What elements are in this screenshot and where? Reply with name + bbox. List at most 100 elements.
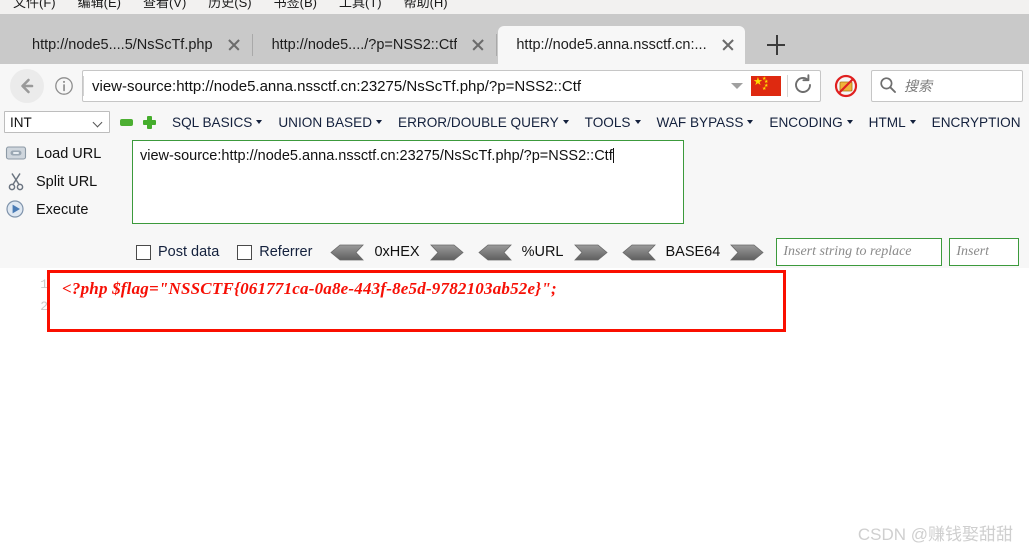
url-decode-arrow-icon[interactable] <box>477 244 513 261</box>
csdn-watermark: CSDN @赚钱娶甜甜 <box>857 525 1013 544</box>
menu-item-file[interactable]: 文件(F) <box>2 0 67 14</box>
hackbar-options-row: Post data Referrer 0xHEX %URL BASE64 Ins… <box>0 236 1029 268</box>
search-placeholder: 搜索 <box>904 80 932 95</box>
tab-1[interactable]: http://node5....5/NsScTf.php <box>14 26 251 64</box>
navigation-toolbar: view-source:http://node5.anna.nssctf.cn:… <box>0 64 1029 109</box>
caret-down-icon <box>747 120 754 124</box>
caret-down-icon <box>376 120 383 124</box>
hackbar-menu-encoding[interactable]: ENCODING <box>769 114 853 130</box>
split-url-button[interactable]: Split URL <box>4 168 128 196</box>
reload-icon[interactable] <box>790 73 820 99</box>
referrer-label: Referrer <box>259 244 313 260</box>
menu-item-tools[interactable]: 工具(T) <box>328 0 393 14</box>
chevron-down-icon <box>94 118 103 127</box>
tab-divider <box>251 34 253 56</box>
hackbar-menu-sql-basics[interactable]: SQL BASICS <box>172 114 263 130</box>
back-arrow-icon[interactable] <box>10 69 44 103</box>
scissors-icon <box>4 171 30 193</box>
browser-window: 文件(F) 编辑(E) 查看(V) 历史(S) 书签(B) 工具(T) 帮助(H… <box>0 0 1029 559</box>
menu-item-history[interactable]: 历史(S) <box>197 0 262 14</box>
tab-2[interactable]: http://node5..../?p=NSS2::Ctf <box>254 26 496 64</box>
close-icon[interactable] <box>469 36 487 54</box>
menu-item-help[interactable]: 帮助(H) <box>393 0 459 14</box>
hackbar-menu-error-double-query[interactable]: ERROR/DOUBLE QUERY <box>398 115 569 130</box>
menu-label: UNION BASED <box>278 114 373 130</box>
tab-3-active[interactable]: http://node5.anna.nssctf.cn:... <box>498 26 745 64</box>
line-number: 2 <box>40 299 48 314</box>
base64-decode-arrow-icon[interactable] <box>621 244 657 261</box>
line-number-gutter: 1 2 <box>34 274 48 318</box>
load-url-label: Load URL <box>36 146 102 162</box>
load-url-button[interactable]: Load URL <box>4 140 128 168</box>
close-icon[interactable] <box>225 36 243 54</box>
hackbar-menu-tools[interactable]: TOOLS <box>585 115 641 130</box>
menu-item-bookmarks[interactable]: 书签(B) <box>263 0 328 14</box>
address-bar[interactable]: view-source:http://node5.anna.nssctf.cn:… <box>82 70 821 102</box>
hackbar-action-list: Load URL Split URL Execute <box>4 140 128 224</box>
menu-label: HTML <box>868 114 906 130</box>
post-data-checkbox[interactable] <box>136 244 151 260</box>
new-tab-icon[interactable] <box>759 28 793 62</box>
load-url-icon <box>4 143 30 165</box>
php-source-code: <?php $flag="NSSCTF{061771ca-0a8e-443f-8… <box>62 279 557 298</box>
referrer-checkbox[interactable] <box>237 244 253 260</box>
chevron-down-icon[interactable] <box>731 83 743 89</box>
collapse-button[interactable] <box>120 119 133 126</box>
menu-bar: 文件(F) 编辑(E) 查看(V) 历史(S) 书签(B) 工具(T) 帮助(H… <box>0 0 1029 14</box>
hackbar-menu-row: INT SQL BASICS UNION BASED ERROR/DOUBLE … <box>0 108 1029 137</box>
tab-label: http://node5.anna.nssctf.cn:... <box>516 37 707 53</box>
tab-divider <box>496 34 498 56</box>
menu-label: ERROR/DOUBLE QUERY <box>398 114 559 130</box>
page-info-icon[interactable] <box>53 75 75 97</box>
menu-item-view[interactable]: 查看(V) <box>132 0 197 14</box>
caret-down-icon <box>562 120 569 124</box>
menu-label: SQL BASICS <box>172 114 253 130</box>
hackbar-menu-html[interactable]: HTML <box>869 115 916 130</box>
noscript-blocked-icon[interactable] <box>833 73 859 99</box>
close-icon[interactable] <box>719 36 737 54</box>
toolbar-divider <box>787 75 788 97</box>
replace-to-input[interactable]: Insert <box>949 238 1020 266</box>
caret-down-icon <box>909 120 916 124</box>
base64-encode-arrow-icon[interactable] <box>729 244 764 261</box>
menu-label: TOOLS <box>584 114 631 130</box>
tab-label: http://node5....5/NsScTf.php <box>32 37 213 53</box>
menu-label: ENCODING <box>769 114 843 130</box>
replace-to-placeholder: Insert <box>956 244 989 259</box>
execute-button[interactable]: Execute <box>4 196 128 224</box>
post-data-label: Post data <box>158 244 220 260</box>
hex-label: 0xHEX <box>374 244 420 260</box>
text-cursor <box>612 148 614 163</box>
hackbar-url-textarea[interactable]: view-source:http://node5.anna.nssctf.cn:… <box>132 140 684 224</box>
caret-down-icon <box>634 120 641 124</box>
menu-item-edit[interactable]: 编辑(E) <box>67 0 132 14</box>
hex-encode-arrow-icon[interactable] <box>429 244 464 261</box>
menu-label: WAF BYPASS <box>656 114 744 130</box>
execute-label: Execute <box>36 202 89 218</box>
add-button[interactable] <box>143 115 156 129</box>
caret-down-icon <box>846 120 853 124</box>
hackbar-url-value: view-source:http://node5.anna.nssctf.cn:… <box>140 148 613 164</box>
base64-label: BASE64 <box>665 244 721 260</box>
hackbar-menu-waf-bypass[interactable]: WAF BYPASS <box>657 115 754 130</box>
replace-from-placeholder: Insert string to replace <box>783 244 912 259</box>
hackbar-menu-union-based[interactable]: UNION BASED <box>278 114 383 130</box>
split-url-label: Split URL <box>36 174 98 190</box>
url-encode-arrow-icon[interactable] <box>573 244 608 261</box>
caret-down-icon <box>256 120 263 124</box>
type-select-value: INT <box>10 114 32 130</box>
hackbar-menu-encryption[interactable]: ENCRYPTION <box>932 115 1021 130</box>
hex-decode-arrow-icon[interactable] <box>330 244 365 261</box>
address-bar-url: view-source:http://node5.anna.nssctf.cn:… <box>92 77 582 95</box>
search-box[interactable]: 搜索 <box>871 70 1023 102</box>
menu-label: ENCRYPTION <box>931 114 1021 130</box>
url-encode-label: %URL <box>521 244 564 260</box>
execute-play-icon <box>4 199 30 221</box>
china-flag-icon[interactable]: ★ ★ ★ ★ ★ <box>751 76 781 96</box>
type-select[interactable]: INT <box>4 111 110 133</box>
tab-label: http://node5..../?p=NSS2::Ctf <box>271 37 458 53</box>
line-number: 1 <box>40 277 48 292</box>
replace-from-input[interactable]: Insert string to replace <box>776 238 943 266</box>
tab-strip: http://node5....5/NsScTf.php http://node… <box>0 14 1029 65</box>
search-icon <box>879 76 899 96</box>
